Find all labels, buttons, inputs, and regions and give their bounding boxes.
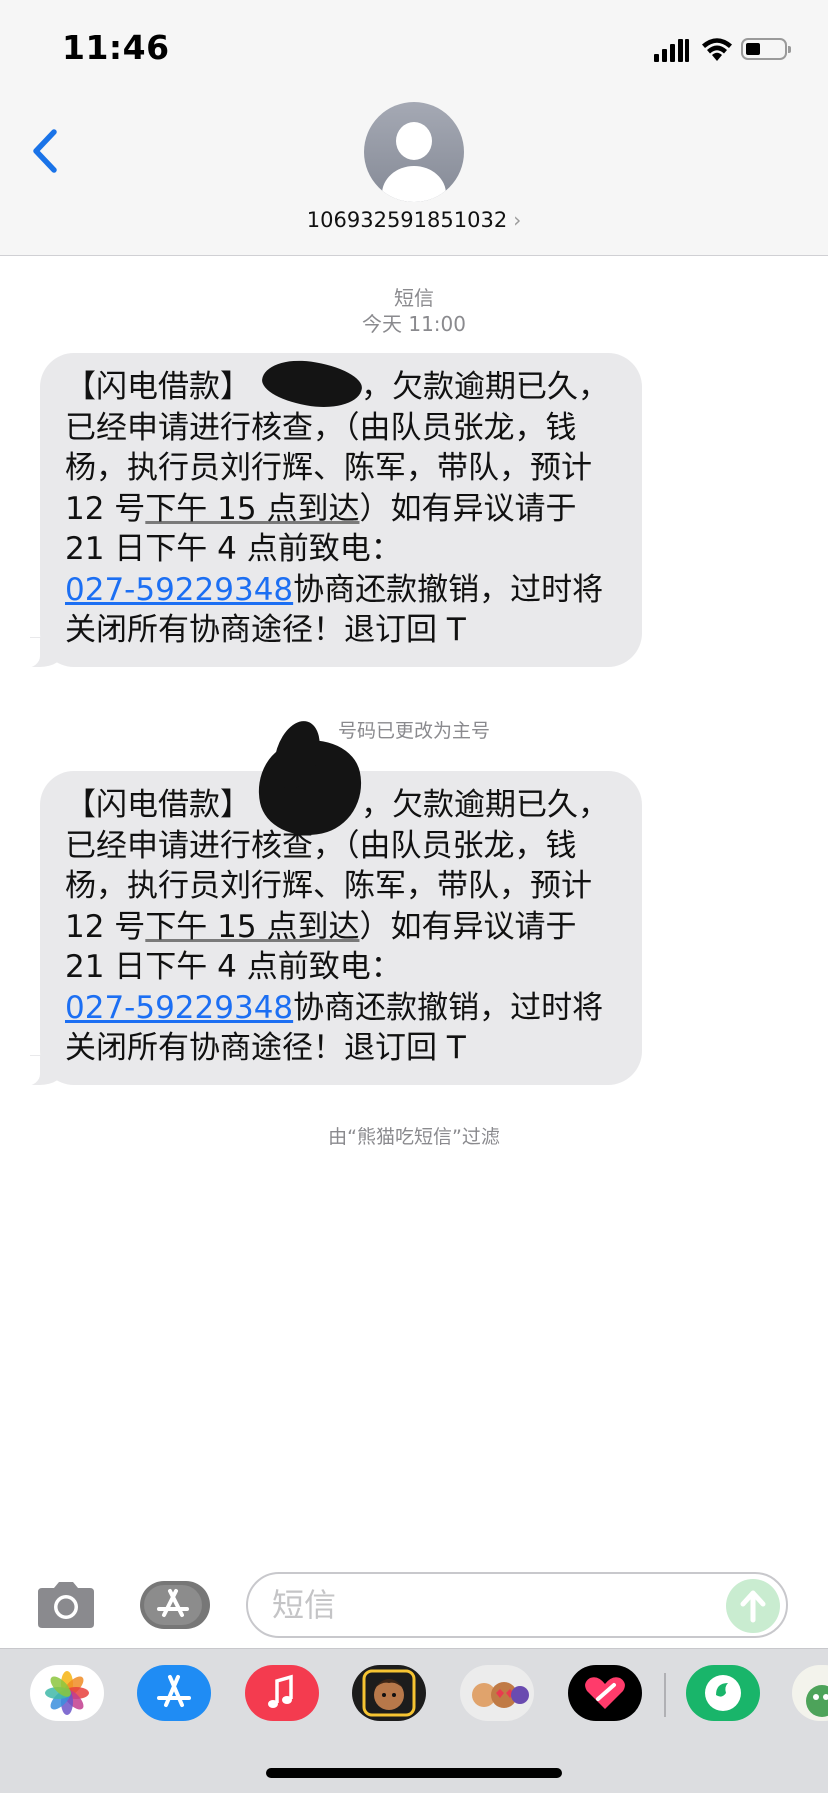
chevron-right-icon: › — [513, 208, 522, 232]
music-icon[interactable] — [245, 1665, 319, 1721]
memoji-stickers-icon[interactable] — [460, 1665, 534, 1721]
send-button[interactable] — [726, 1579, 780, 1633]
app-store-icon[interactable] — [137, 1665, 211, 1721]
status-time: 11:46 — [62, 28, 170, 67]
battery-icon — [741, 38, 791, 60]
navigation-header: 11:46 106932591851032 › — [0, 0, 828, 256]
cellular-signal-icon — [654, 38, 690, 62]
app-store-icon — [157, 1589, 189, 1617]
detected-date-link[interactable]: 下午 15 点到达 — [145, 909, 359, 945]
message-input[interactable]: 短信 — [246, 1572, 788, 1638]
wifi-icon — [702, 38, 732, 61]
digital-touch-icon[interactable] — [568, 1665, 642, 1721]
compose-bar: 短信 — [0, 1556, 828, 1648]
contact-number: 106932591851032 — [306, 208, 508, 232]
camera-icon[interactable] — [34, 1582, 98, 1628]
green-app-icon[interactable] — [686, 1665, 760, 1721]
app-store-button[interactable] — [140, 1581, 210, 1629]
phone-number-link[interactable]: 027-59229348 — [65, 572, 293, 608]
phone-number-link[interactable]: 027-59229348 — [65, 990, 293, 1026]
contact-avatar[interactable] — [364, 102, 464, 202]
home-indicator[interactable] — [266, 1768, 562, 1778]
filter-notice: 由“熊猫吃短信”过滤 — [328, 1126, 500, 1148]
contact-number-button[interactable]: 106932591851032 › — [0, 208, 828, 232]
sticker-app-icon[interactable] — [792, 1665, 828, 1721]
drawer-divider — [664, 1673, 666, 1717]
number-changed-notice: 号码已更改为主号 — [337, 720, 490, 742]
memoji-icon[interactable] — [352, 1665, 426, 1721]
back-chevron-icon[interactable] — [26, 126, 66, 176]
arrow-up-icon — [740, 1590, 766, 1623]
service-label: 短信 — [394, 286, 434, 310]
detected-date-link[interactable]: 下午 15 点到达 — [145, 491, 359, 527]
photos-icon[interactable] — [30, 1665, 104, 1721]
message-timestamp: 今天 11:00 — [362, 312, 466, 336]
